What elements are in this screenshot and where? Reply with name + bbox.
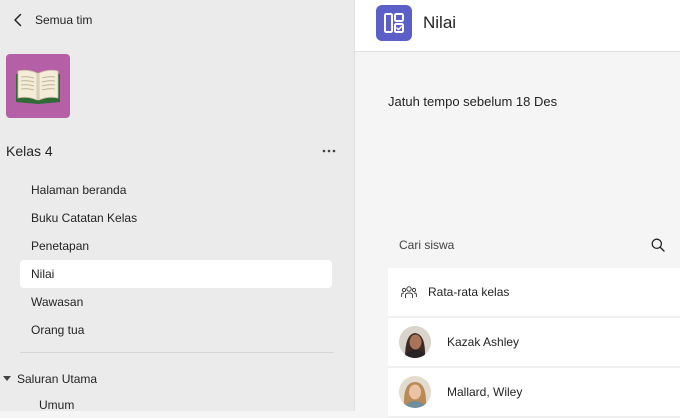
back-to-all-teams[interactable]: Semua tim — [10, 10, 92, 30]
nav-item-insights[interactable]: Wawasan — [20, 288, 332, 316]
student-name: Mallard, Wiley — [447, 385, 523, 399]
class-average-row[interactable]: Rata-rata kelas — [388, 268, 680, 318]
student-search — [388, 232, 680, 258]
due-date-text: Jatuh tempo sebelum 18 Des — [388, 94, 558, 109]
page-title: Nilai — [423, 13, 457, 32]
app-header: Nilai — [355, 0, 680, 52]
team-nav: Halaman beranda Buku Catatan Kelas Penet… — [20, 176, 332, 344]
sidebar: Semua tim Kelas 4 Halaman beranda Buku C… — [0, 0, 355, 412]
chevron-left-icon — [10, 12, 26, 28]
class-average-label: Rata-rata kelas — [428, 285, 510, 299]
nav-item-grades[interactable]: Nilai — [20, 260, 332, 288]
nav-item-home[interactable]: Halaman beranda — [20, 176, 332, 204]
student-row[interactable]: Kazak Ashley — [388, 318, 680, 368]
back-label: Semua tim — [35, 13, 93, 27]
more-icon[interactable] — [317, 141, 341, 161]
team-avatar[interactable] — [6, 54, 70, 118]
main-pane: Nilai Jatuh tempo sebelum 18 Des Rata-ra… — [355, 0, 680, 418]
student-list: Rata-rata kelas Kazak Ashley Mallard, Wi… — [388, 268, 680, 418]
people-icon — [400, 283, 418, 301]
team-header: Kelas 4 — [6, 140, 341, 162]
search-input[interactable] — [388, 238, 629, 252]
team-name: Kelas 4 — [6, 143, 53, 159]
avatar — [399, 376, 431, 408]
channel-group-toggle[interactable]: Saluran Utama — [2, 371, 97, 387]
grades-app-icon — [376, 5, 412, 41]
student-name: Kazak Ashley — [447, 335, 520, 349]
search-icon[interactable] — [646, 233, 670, 257]
caret-down-icon — [2, 376, 12, 382]
nav-item-class-notebook[interactable]: Buku Catatan Kelas — [20, 204, 332, 232]
nav-item-parents[interactable]: Orang tua — [20, 316, 332, 344]
channel-item-general[interactable]: Umum — [39, 398, 74, 412]
divider — [20, 352, 334, 353]
nav-item-assignments[interactable]: Penetapan — [20, 232, 332, 260]
channel-group-label: Saluran Utama — [17, 372, 98, 386]
book-icon — [13, 66, 63, 106]
avatar — [399, 326, 431, 358]
